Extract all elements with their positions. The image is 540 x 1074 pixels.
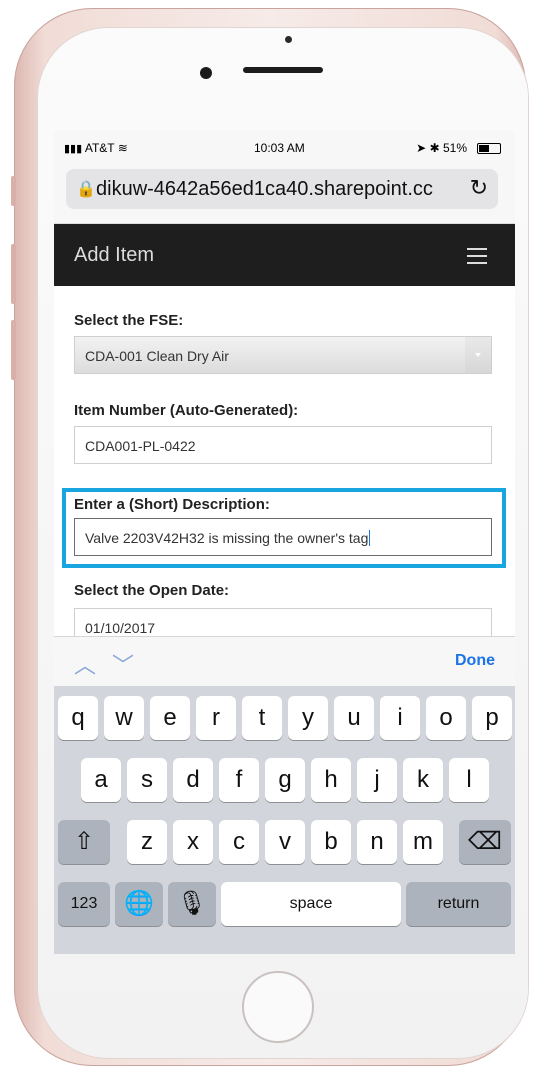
key-g[interactable]: g [265, 758, 305, 802]
keyboard-accessory-bar: ︿ ﹀ Done [54, 636, 515, 687]
bluetooth-icon: ✱ [429, 141, 440, 155]
chevron-down-icon[interactable]: ﹀ [112, 648, 134, 680]
front-camera [200, 67, 212, 79]
key-d[interactable]: d [173, 758, 213, 802]
globe-icon: 🌐 [124, 890, 154, 917]
front-microphone [285, 36, 292, 43]
key-h[interactable]: h [311, 758, 351, 802]
hamburger-line [467, 255, 487, 257]
add-item-form: Select the FSE: CDA-001 Clean Dry Air It… [54, 286, 515, 648]
url-text: dikuw-4642a56ed1ca40.sharepoint.cc [96, 178, 433, 200]
return-key[interactable]: return [406, 882, 511, 926]
key-b[interactable]: b [311, 820, 351, 864]
key-o[interactable]: o [426, 696, 466, 740]
dictation-key[interactable]: 🎙 [168, 882, 216, 926]
select-arrow-icon [465, 337, 491, 373]
globe-key[interactable]: 🌐 [115, 882, 163, 926]
key-k[interactable]: k [403, 758, 443, 802]
description-text: Valve 2203V42H32 is missing the owner's … [85, 530, 369, 546]
backspace-key[interactable]: ⌫ [459, 820, 511, 864]
lock-icon: 🔒 [76, 181, 96, 198]
key-r[interactable]: r [196, 696, 236, 740]
fse-selected-value: CDA-001 Clean Dry Air [85, 348, 229, 364]
key-e[interactable]: e [150, 696, 190, 740]
shift-icon: ⇧ [73, 828, 95, 855]
key-m[interactable]: m [403, 820, 443, 864]
key-s[interactable]: s [127, 758, 167, 802]
key-n[interactable]: n [357, 820, 397, 864]
status-time: 10:03 AM [254, 141, 305, 155]
on-screen-keyboard: q w e r t y u i o p a s d f g h j k l ⇧ … [54, 686, 515, 954]
battery-text: 51% [442, 141, 467, 155]
fse-select[interactable]: CDA-001 Clean Dry Air [74, 336, 492, 374]
volume-up-button [11, 244, 16, 304]
key-j[interactable]: j [357, 758, 397, 802]
key-u[interactable]: u [334, 696, 374, 740]
reload-icon[interactable]: ↻ [470, 175, 488, 201]
location-arrow-icon: ➤ [416, 141, 427, 155]
numbers-key[interactable]: 123 [58, 882, 110, 926]
signal-bars-icon: ▮▮▮ [64, 143, 83, 155]
item-number-field[interactable]: CDA001-PL-0422 [74, 426, 492, 464]
description-input[interactable]: Valve 2203V42H32 is missing the owner's … [74, 518, 492, 556]
open-date-value: 01/10/2017 [85, 620, 156, 636]
key-f[interactable]: f [219, 758, 259, 802]
key-x[interactable]: x [173, 820, 213, 864]
page-title: Add Item [74, 244, 155, 266]
microphone-icon: 🎙 [176, 890, 208, 917]
key-p[interactable]: p [472, 696, 512, 740]
chevron-up-icon[interactable]: ︿ [74, 648, 96, 680]
key-c[interactable]: c [219, 820, 259, 864]
key-z[interactable]: z [127, 820, 167, 864]
key-y[interactable]: y [288, 696, 328, 740]
earpiece-speaker [243, 67, 323, 73]
battery-icon [477, 143, 501, 154]
battery-percentage: ➤ ✱ 51% [416, 141, 467, 155]
phone-screen: ▮▮▮ AT&T ≋ 10:03 AM ➤ ✱ 51% 🔒 dikuw-4642… [54, 131, 515, 954]
space-key[interactable]: space [221, 882, 401, 926]
open-date-label: Select the Open Date: [74, 582, 230, 599]
home-button[interactable] [242, 971, 314, 1043]
backspace-icon: ⌫ [468, 828, 502, 855]
key-v[interactable]: v [265, 820, 305, 864]
key-q[interactable]: q [58, 696, 98, 740]
key-t[interactable]: t [242, 696, 282, 740]
key-a[interactable]: a [81, 758, 121, 802]
key-l[interactable]: l [449, 758, 489, 802]
volume-down-button [11, 320, 16, 380]
hamburger-menu-button[interactable] [457, 240, 497, 272]
mute-switch [11, 176, 16, 206]
app-navbar: Add Item [54, 224, 515, 286]
key-w[interactable]: w [104, 696, 144, 740]
url-field[interactable]: 🔒 dikuw-4642a56ed1ca40.sharepoint.cc ↻ [66, 169, 498, 209]
browser-url-bar: 🔒 dikuw-4642a56ed1ca40.sharepoint.cc ↻ [54, 159, 515, 224]
description-value: Valve 2203V42H32 is missing the owner's … [85, 530, 371, 546]
key-i[interactable]: i [380, 696, 420, 740]
hamburger-line [467, 262, 487, 264]
shift-key[interactable]: ⇧ [58, 820, 110, 864]
fse-label: Select the FSE: [74, 312, 184, 329]
carrier-text: AT&T [84, 141, 115, 155]
item-number-label: Item Number (Auto-Generated): [74, 402, 299, 419]
done-button[interactable]: Done [455, 652, 495, 670]
carrier-label: ▮▮▮ AT&T ≋ [64, 141, 128, 155]
text-caret [369, 530, 371, 546]
status-bar: ▮▮▮ AT&T ≋ 10:03 AM ➤ ✱ 51% [54, 131, 515, 159]
hamburger-menu-icon [467, 248, 487, 250]
item-number-value: CDA001-PL-0422 [85, 438, 196, 454]
wifi-icon: ≋ [117, 141, 128, 155]
description-label: Enter a (Short) Description: [74, 496, 270, 513]
